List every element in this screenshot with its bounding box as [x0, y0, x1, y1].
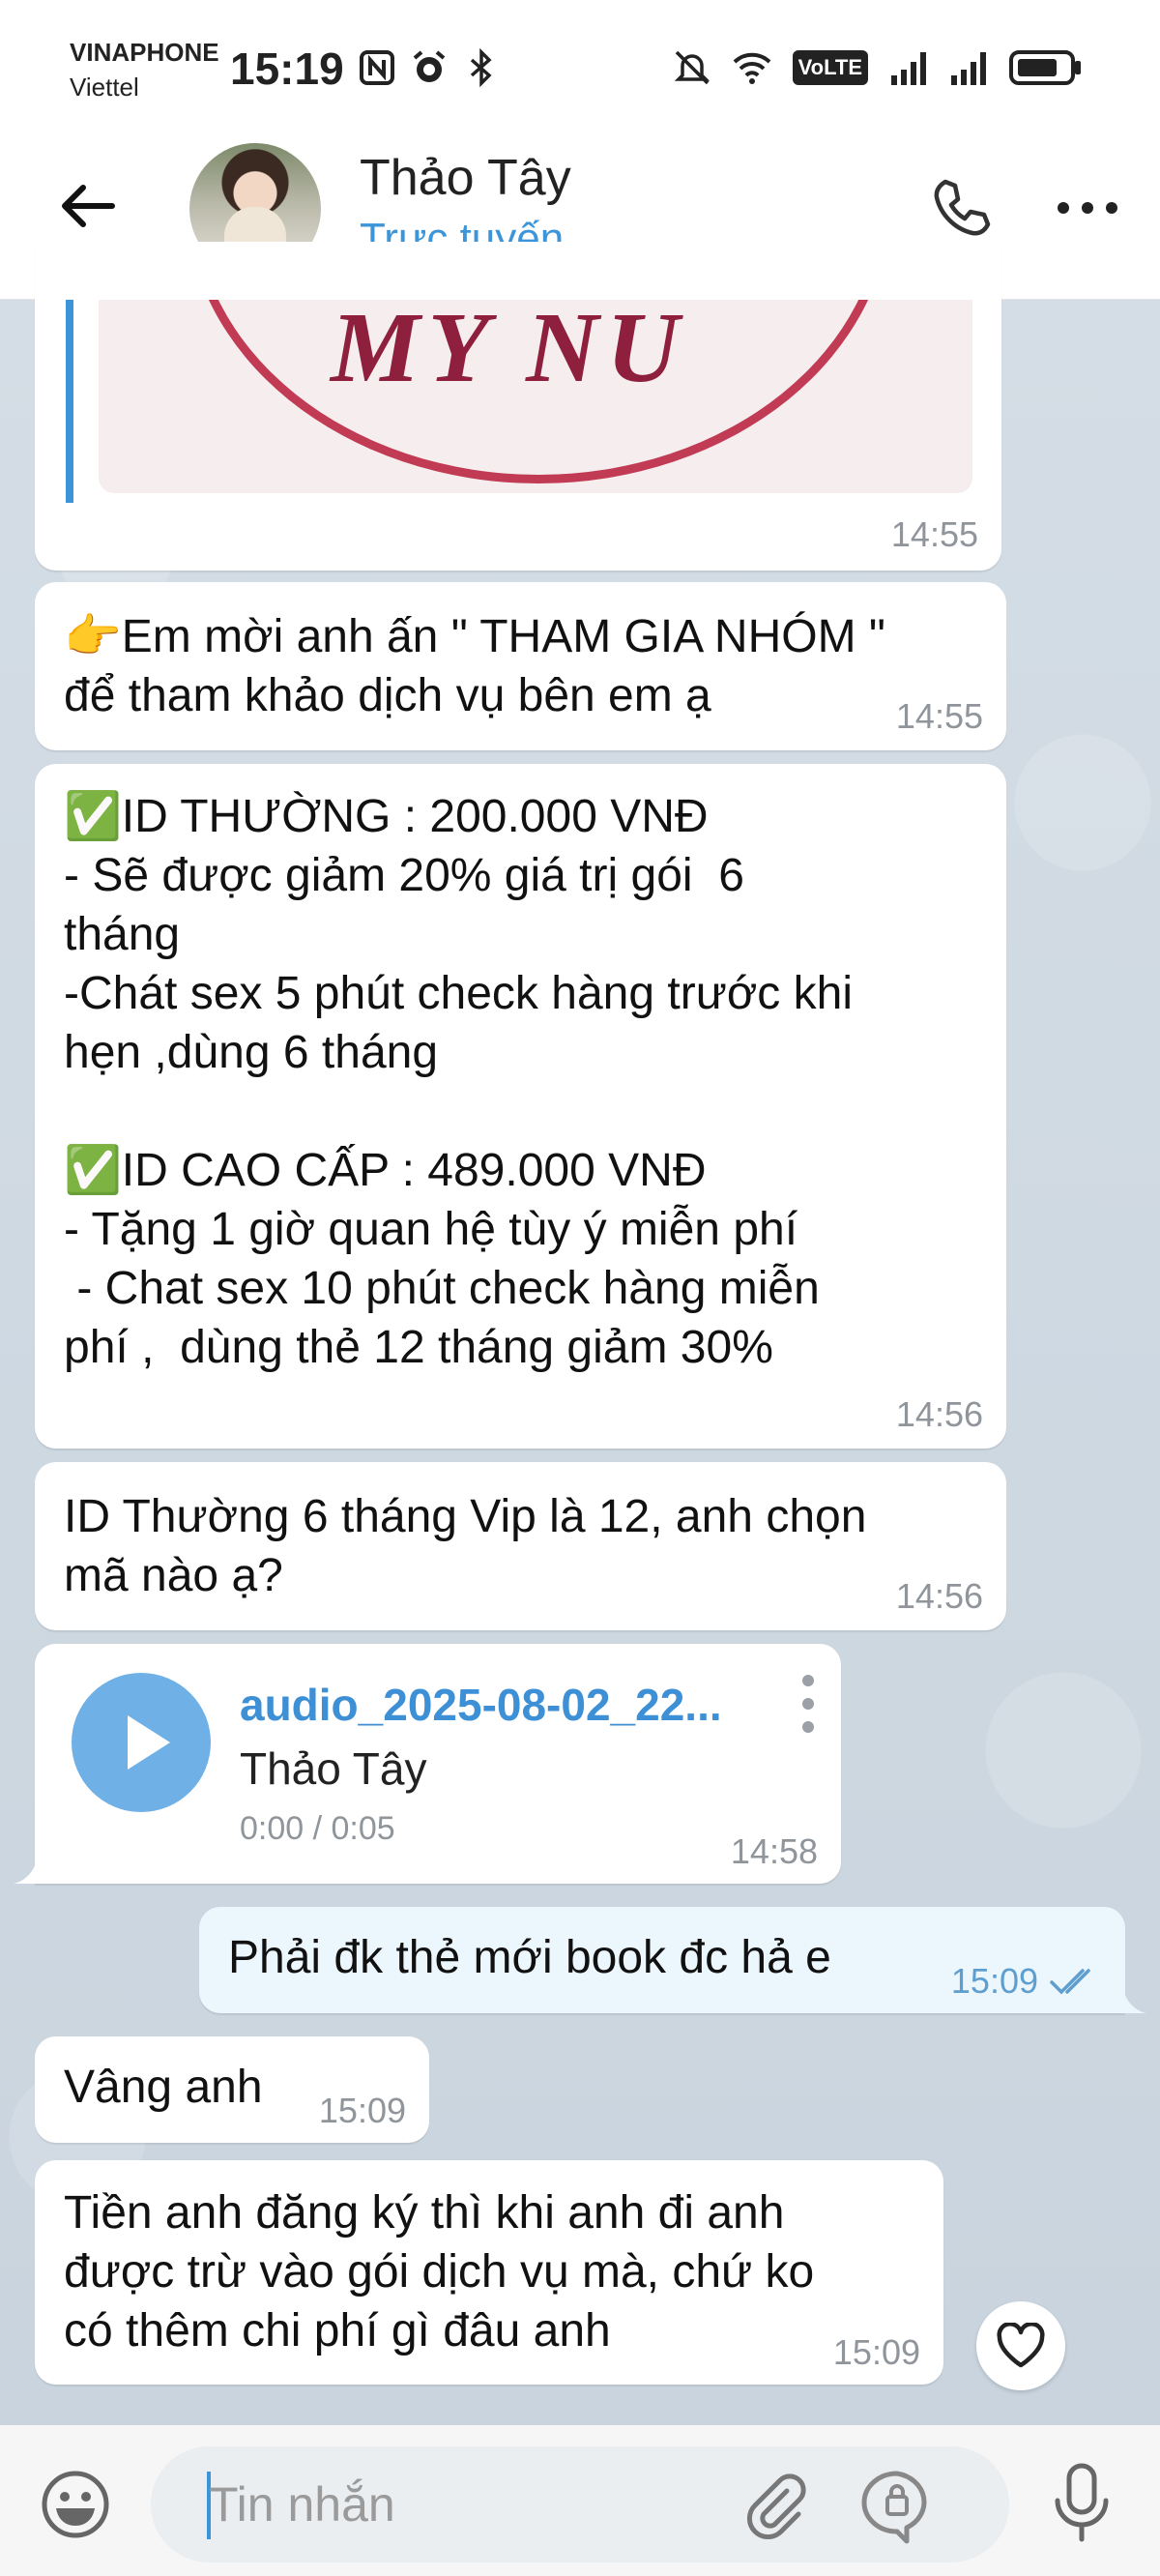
phone-icon[interactable]	[928, 174, 996, 242]
contact-name[interactable]: Thảo Tây	[360, 149, 571, 207]
image-preview[interactable]: MY NU	[99, 300, 972, 493]
message-incoming[interactable]: 👉Em mời anh ấn " THAM GIA NHÓM " để tham…	[35, 582, 1006, 750]
message-input-pill[interactable]	[151, 2446, 1009, 2562]
image-brand-text: MY NU	[331, 300, 687, 403]
bubble-tail	[1123, 1990, 1146, 2013]
read-checkmark-icon	[1050, 1969, 1090, 1995]
carrier-info: VINAPHONE Viettel	[70, 35, 219, 104]
audio-menu-icon[interactable]	[797, 1673, 820, 1735]
message-time: 14:55	[890, 514, 978, 554]
message-time: 14:55	[895, 696, 983, 736]
volte-badge: VoLTE	[792, 50, 868, 85]
message-incoming[interactable]: ✅ID THƯỜNG : 200.000 VNĐ - Sẽ được giảm …	[35, 764, 1006, 1449]
audio-duration: 0:00 / 0:05	[240, 1810, 395, 1847]
message-audio[interactable]: audio_2025-08-02_22... Thảo Tây 0:00 / 0…	[14, 1644, 841, 1884]
message-time: 15:09	[950, 1961, 1038, 2001]
message-outgoing[interactable]: Phải đk thẻ mới book đc hả e 15:09	[199, 1907, 1146, 2013]
mute-icon	[674, 50, 710, 85]
message-incoming[interactable]: Tiền anh đăng ký thì khi anh đi anh được…	[35, 2160, 943, 2385]
status-bar: VINAPHONE Viettel 15:19 VoLTE	[0, 0, 1160, 135]
attach-icon[interactable]	[742, 2472, 810, 2539]
message-time: 14:58	[730, 1831, 818, 1871]
mic-icon[interactable]	[1048, 2462, 1116, 2543]
message-time: 15:09	[832, 2332, 920, 2372]
message-text: 👉Em mời anh ấn " THAM GIA NHÓM " để tham…	[64, 611, 885, 721]
message-text: Vâng anh	[64, 2062, 263, 2113]
bluetooth-icon	[470, 48, 492, 87]
nfc-icon	[360, 50, 394, 85]
carrier-primary: VINAPHONE	[70, 38, 219, 67]
message-input-bar	[0, 2425, 1160, 2576]
alarm-icon	[413, 50, 446, 82]
message-incoming[interactable]: Vâng anh 15:09	[35, 2036, 429, 2143]
message-incoming[interactable]: ID Thường 6 tháng Vip là 12, anh chọn mã…	[35, 1462, 1006, 1630]
message-text: Tiền anh đăng ký thì khi anh đi anh được…	[64, 2187, 815, 2356]
audio-play-button[interactable]	[72, 1673, 211, 1812]
message-text: ✅ID THƯỜNG : 200.000 VNĐ - Sẽ được giảm …	[64, 791, 853, 1373]
quote-bar	[66, 300, 73, 503]
message-input[interactable]	[209, 2472, 750, 2537]
message-image[interactable]: MY NU 14:55	[35, 242, 1001, 571]
message-text: ID Thường 6 tháng Vip là 12, anh chọn mã…	[64, 1491, 867, 1601]
signal-icon	[891, 52, 926, 85]
message-time: 14:56	[895, 1394, 983, 1434]
carrier-secondary: Viettel	[70, 73, 139, 102]
bubble-tail	[14, 1860, 37, 1884]
audio-sender: Thảo Tây	[240, 1743, 427, 1794]
emoji-icon[interactable]	[39, 2468, 112, 2541]
message-time: 15:09	[318, 2091, 406, 2130]
back-arrow-icon[interactable]	[54, 172, 122, 240]
sticker-icon[interactable]	[856, 2468, 938, 2545]
signal-icon	[951, 52, 986, 85]
message-text: Phải đk thẻ mới book đc hả e	[228, 1932, 831, 1983]
battery-icon	[1009, 50, 1081, 85]
message-time: 14:56	[895, 1576, 983, 1616]
heart-icon	[997, 2323, 1045, 2368]
more-icon[interactable]	[1054, 174, 1121, 242]
wifi-icon	[733, 52, 770, 84]
reaction-button[interactable]	[976, 2301, 1065, 2390]
status-time: 15:19	[230, 44, 344, 94]
audio-title[interactable]: audio_2025-08-02_22...	[240, 1679, 722, 1731]
